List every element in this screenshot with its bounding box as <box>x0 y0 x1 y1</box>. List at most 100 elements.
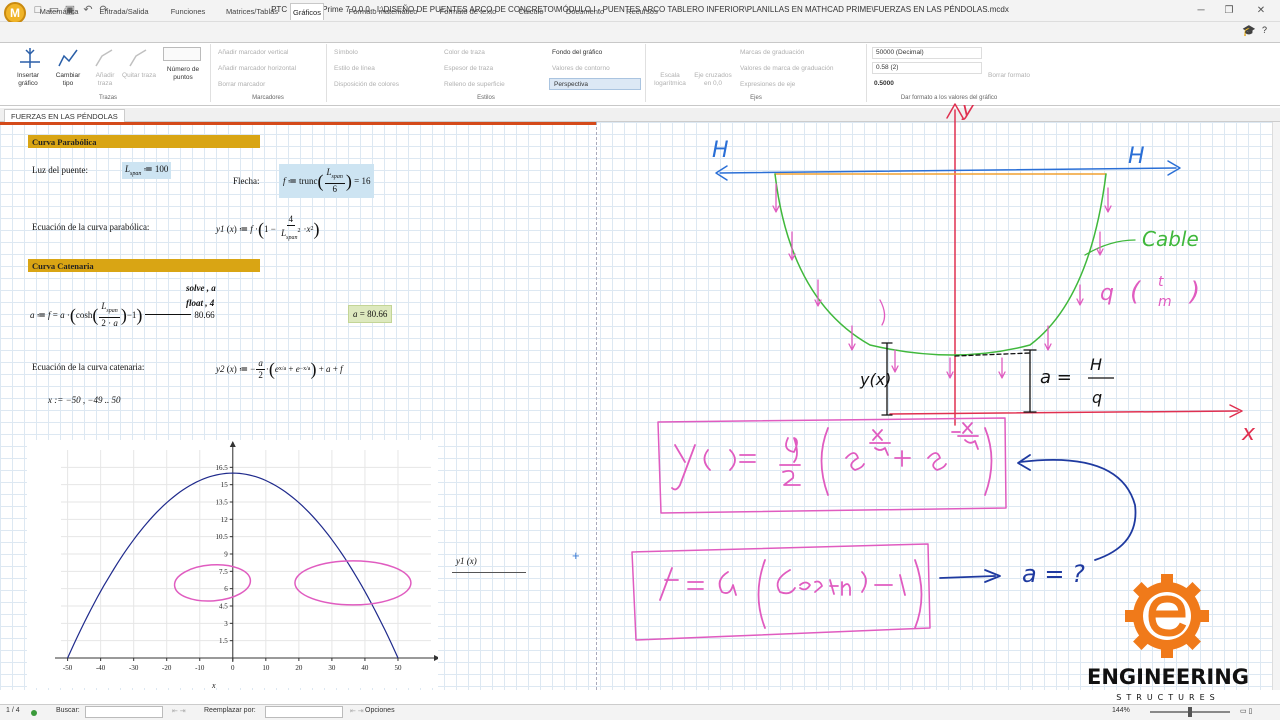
trace-width-dropdown[interactable]: Espesor de traza <box>444 65 493 72</box>
zoom-slider-thumb[interactable] <box>1188 707 1192 717</box>
replace-nav-icon[interactable]: ⇤ ⇥ <box>350 707 364 715</box>
tab-matematica[interactable]: Matemática <box>28 3 90 20</box>
add-horizontal-marker[interactable]: Añadir marcador horizontal <box>218 65 296 72</box>
number-format-dropdown[interactable]: 50000 (Decimal) <box>872 47 982 59</box>
plot-region[interactable]: -50 -40 -30 -20 -10 0 10 20 30 40 50 1.5 3 4.5 6 7.5 9 10… <box>27 440 440 688</box>
axes-cross-button[interactable]: Eje cruzados en 0,0 <box>692 72 734 88</box>
remove-trace-icon <box>129 49 147 67</box>
perspective-button[interactable]: Perspectiva <box>549 78 641 90</box>
vertical-scrollbar[interactable] <box>1272 122 1280 690</box>
legend-underline <box>452 572 526 573</box>
y-tick-label: 10.5 <box>216 533 229 541</box>
section-header-catenaria[interactable]: Curva Catenaria <box>28 259 260 272</box>
tab-matrices-tablas[interactable]: Matrices/Tablas <box>220 3 284 20</box>
cable-curve <box>774 173 1107 356</box>
close-icon[interactable]: ✕ <box>1250 2 1272 20</box>
add-vertical-marker[interactable]: Añadir marcador vertical <box>218 49 288 56</box>
precision-stepper[interactable]: 0.58 (2) <box>872 62 982 74</box>
delete-marker[interactable]: Borrar marcador <box>218 81 265 88</box>
separator <box>866 44 867 102</box>
group-trazas-label: Trazas <box>98 95 118 101</box>
minimize-icon[interactable]: ─ <box>1190 2 1212 20</box>
tab-formato-texto[interactable]: Formato de texto <box>430 3 506 20</box>
y1-definition[interactable]: y1 (x) ≔ f ·(1 − 4 Lspan2 · x 2) <box>216 212 319 246</box>
solve-keyword: solve , a <box>186 283 216 293</box>
page-indicator: 1 / 4 <box>6 707 20 714</box>
dimension-marks <box>881 342 1037 416</box>
annotation-ellipse-left <box>173 563 252 602</box>
x-axis-line <box>889 410 1239 415</box>
a-equals-label: a = <box>1040 367 1072 388</box>
x-tick-label: -50 <box>63 664 73 672</box>
y-tick-label: 15 <box>221 481 229 489</box>
format-sample: 0.5000 <box>874 80 894 87</box>
cable-label: Cable <box>1142 227 1199 251</box>
help-icon[interactable]: ? <box>1262 25 1267 35</box>
search-label: Buscar: <box>56 707 80 714</box>
symbol-dropdown[interactable]: Símbolo <box>334 49 358 56</box>
add-trace-button[interactable]: Añadir traza <box>88 72 122 88</box>
x-range-definition[interactable]: x := −50 , −49 .. 50 <box>48 395 120 405</box>
svg-text:): ) <box>1188 277 1200 307</box>
brand-name: ENGINEERING <box>1087 665 1249 689</box>
color-layout-dropdown[interactable]: Disposición de colores <box>334 81 399 88</box>
tab-graficos[interactable]: Gráficos <box>290 3 324 20</box>
legend-series-label[interactable]: y1 (x) <box>456 556 477 566</box>
y-tick-label: 7.5 <box>219 568 228 576</box>
insert-plot-icon <box>20 48 40 68</box>
lspan-definition[interactable]: Lspan ≔ 100 <box>122 162 172 179</box>
y-tick-label: 1.5 <box>219 637 228 645</box>
a-num-h: H <box>1090 355 1102 374</box>
separator <box>326 44 327 102</box>
axis-expressions-button[interactable]: Expresiones de eje <box>740 81 795 88</box>
maximize-icon[interactable]: ❐ <box>1218 2 1240 20</box>
tab-entrada-salida[interactable]: Entrada/Salida <box>92 3 156 20</box>
tab-documento[interactable]: Documento <box>560 3 610 20</box>
search-nav-icon[interactable]: ⇤ ⇥ <box>172 707 186 715</box>
y-tick-label: 4.5 <box>219 603 228 611</box>
change-type-button[interactable]: Cambiar tipo <box>50 72 86 88</box>
y2-definition[interactable]: y2 (x) ≔ − a 2 ·(e x/a + e −x/a) + a + f <box>216 352 343 386</box>
eq1-ink <box>671 422 993 496</box>
line-chart[interactable]: -50 -40 -30 -20 -10 0 10 20 30 40 50 1.5 3 4.5 6 7.5 9 10… <box>27 440 440 688</box>
catenary-solve[interactable]: a ≔ f = a ·(cosh(Lspan 2 · a) −1) 80.66 <box>30 298 215 332</box>
q-label: q <box>1100 281 1114 306</box>
q-unit-m: m <box>1158 294 1172 310</box>
change-type-icon <box>58 49 78 67</box>
a-evaluation[interactable]: a = 80.66 <box>348 305 393 323</box>
plot-background-dropdown[interactable]: Fondo del gráfico <box>552 49 602 56</box>
flecha-definition[interactable]: f ≔ trunc(Lspan 6) = 16 <box>279 164 375 198</box>
x-tick-label: 50 <box>394 664 402 672</box>
a-eval-value: 80.66 <box>367 309 388 319</box>
replace-input[interactable] <box>265 706 343 718</box>
trace-color-dropdown[interactable]: Color de traza <box>444 49 485 56</box>
points-input[interactable] <box>163 47 201 61</box>
eq2-ink <box>659 559 923 629</box>
options-dropdown[interactable]: Opciones <box>365 707 395 714</box>
tick-marks-button[interactable]: Marcas de graduación <box>740 49 804 56</box>
h-force-line <box>719 167 1177 174</box>
section-header-parabolica[interactable]: Curva Parabólica <box>28 135 260 148</box>
tab-funciones[interactable]: Funciones <box>160 3 216 20</box>
page-view-icon[interactable]: ▭ ▯ <box>1240 707 1252 715</box>
tick-values-button[interactable]: Valores de marca de graduación <box>740 65 833 72</box>
surface-fill-dropdown[interactable]: Relleno de superficie <box>444 81 505 88</box>
tab-recursos[interactable]: Recursos <box>620 3 664 20</box>
remove-trace-button[interactable]: Quitar traza <box>122 72 156 80</box>
search-input[interactable] <box>85 706 163 718</box>
x-tick-label: 0 <box>231 664 235 672</box>
line-style-dropdown[interactable]: Estilo de línea <box>334 65 375 72</box>
ec-catenaria-label: Ecuación de la curva catenaria: <box>32 362 145 372</box>
tab-calculo[interactable]: Cálculo <box>510 3 552 20</box>
x-tick-label: -20 <box>162 664 172 672</box>
insert-plot-button[interactable]: Insertar gráfico <box>8 72 48 88</box>
tab-formato-matematico[interactable]: Formato matemático <box>340 3 426 20</box>
document-tab[interactable]: FUERZAS EN LAS PÉNDOLAS <box>4 109 125 123</box>
contour-values-button[interactable]: Valores de contorno <box>552 65 610 72</box>
y-tick-label: 13.5 <box>216 499 229 507</box>
graduation-cap-icon[interactable]: 🎓 <box>1242 24 1256 37</box>
log-scale-button[interactable]: Escala logarítmica <box>648 72 692 88</box>
equation-boxes <box>631 417 1007 641</box>
group-marcadores-label: Marcadores <box>252 95 284 101</box>
clear-format-button[interactable]: Borrar formato <box>988 72 1030 80</box>
